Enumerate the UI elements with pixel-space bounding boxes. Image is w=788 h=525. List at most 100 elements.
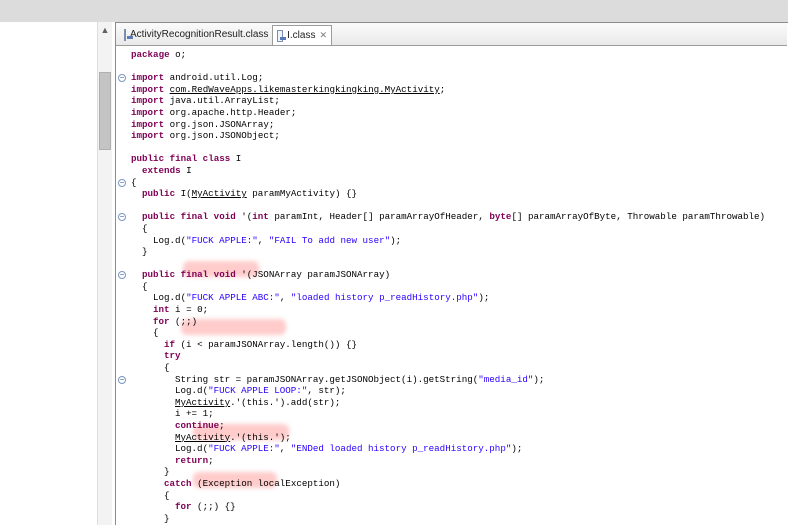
scrollbar-thumb[interactable] xyxy=(99,72,111,150)
code-token: } xyxy=(164,512,170,524)
code-token: String str = paramJSONArray.getJSONObjec… xyxy=(175,373,479,385)
code-line: String str = paramJSONArray.getJSONObjec… xyxy=(131,374,786,386)
class-file-icon xyxy=(124,28,133,41)
code-token: MyActivity xyxy=(175,396,231,408)
code-token: MyActivity xyxy=(175,431,231,443)
vertical-scrollbar[interactable]: ▲ xyxy=(97,22,112,525)
code-token: i = 0; xyxy=(169,304,209,316)
code-line: { xyxy=(131,281,786,293)
string-token: "ENDed loaded history p_readHistory.php" xyxy=(290,443,512,455)
code-line: package o; xyxy=(131,49,786,61)
keyword-token: catch xyxy=(164,477,192,489)
code-token: '(JSONArray paramJSONArray) xyxy=(235,269,391,281)
code-token: ); xyxy=(478,292,490,304)
code-line: public I(MyActivity paramMyActivity) {} xyxy=(131,188,786,200)
code-token: I xyxy=(180,164,192,176)
code-line: import org.json.JSONObject; xyxy=(131,130,786,142)
string-token: "FUCK APPLE:" xyxy=(186,234,258,246)
fold-toggle-icon[interactable]: − xyxy=(118,74,126,83)
code-line: public final void '(JSONArray paramJSONA… xyxy=(131,269,786,281)
code-token: I( xyxy=(175,188,192,200)
code-token: (i < paramJSONArray.length()) {} xyxy=(175,338,357,350)
keyword-token: public xyxy=(142,188,176,200)
keyword-token: import xyxy=(131,72,165,84)
code-line: i += 1; xyxy=(131,408,786,420)
code-line: public final class I xyxy=(131,153,786,165)
code-token: , xyxy=(279,443,291,455)
keyword-token: continue xyxy=(175,420,220,431)
code-token: org.json.JSONArray; xyxy=(164,118,275,130)
code-area[interactable]: package o; import android.util.Log; import… xyxy=(131,49,786,524)
fold-toggle-icon[interactable]: − xyxy=(118,271,126,280)
code-token: ); xyxy=(511,443,523,455)
string-token: "FUCK APPLE ABC:" xyxy=(186,292,280,304)
code-line: { xyxy=(131,362,786,374)
code-line: catch (Exception localException) xyxy=(131,478,786,490)
keyword-token: public final void xyxy=(142,211,236,223)
code-token: .'(this.'); xyxy=(230,431,291,443)
code-token: Log.d( xyxy=(175,443,209,455)
code-editor: ActivityRecognitionResult.class ✕ I.clas… xyxy=(115,22,788,525)
code-token: , str); xyxy=(307,385,346,397)
fold-toggle-icon[interactable]: − xyxy=(118,178,126,187)
code-token: paramMyActivity) {} xyxy=(246,188,358,200)
tab-i-class[interactable]: I.class ✕ xyxy=(272,25,332,45)
fold-toggle-icon[interactable]: − xyxy=(118,213,126,222)
code-token: , xyxy=(257,234,269,246)
code-token: { xyxy=(164,362,170,374)
code-line: } xyxy=(131,513,786,525)
code-line: int i = 0; xyxy=(131,304,786,316)
code-token: '( xyxy=(235,211,253,223)
code-line: if (i < paramJSONArray.length()) {} xyxy=(131,339,786,351)
keyword-token: import xyxy=(131,95,165,107)
code-token: ); xyxy=(533,373,545,385)
code-line: extends I xyxy=(131,165,786,177)
code-token: { xyxy=(142,280,148,292)
code-token: MyActivity xyxy=(191,188,247,200)
code-token: ; xyxy=(208,454,214,466)
code-line: for (;;) {} xyxy=(131,501,786,513)
string-token: "loaded history p_readHistory.php" xyxy=(290,292,479,304)
code-token: org.apache.http.Header; xyxy=(164,106,297,118)
package-explorer-pane: ▲ xyxy=(0,22,112,525)
code-token: (;;) xyxy=(169,315,198,327)
code-token: } xyxy=(164,466,170,478)
code-token: Log.d( xyxy=(175,385,209,397)
code-token: ); xyxy=(390,234,402,246)
tab-activity-recognition-result[interactable]: ActivityRecognitionResult.class ✕ xyxy=(120,25,280,44)
code-token: o; xyxy=(169,49,187,60)
code-line: import org.json.JSONArray; xyxy=(131,119,786,131)
editor-tab-bar: ActivityRecognitionResult.class ✕ I.clas… xyxy=(116,23,787,46)
code-line: MyActivity.'(this.').add(str); xyxy=(131,397,786,409)
keyword-token: for xyxy=(175,501,192,513)
code-line: import android.util.Log; xyxy=(131,72,786,84)
folding-ruler: − − − − − xyxy=(116,45,126,525)
keyword-token: package xyxy=(131,49,170,60)
code-line: return; xyxy=(131,455,786,467)
close-icon[interactable]: ✕ xyxy=(319,30,327,41)
fold-toggle-icon[interactable]: − xyxy=(118,375,126,384)
code-token: ; xyxy=(219,420,225,431)
code-line: Log.d("FUCK APPLE ABC:", "loaded history… xyxy=(131,292,786,304)
code-line: import com.RedWaveApps.likemasterkingkin… xyxy=(131,84,786,96)
code-token: android.util.Log; xyxy=(164,72,264,84)
code-token: { xyxy=(131,176,137,188)
string-token: "FAIL To add new user" xyxy=(268,234,391,246)
keyword-token: import xyxy=(131,106,165,118)
scroll-up-icon[interactable]: ▲ xyxy=(100,25,110,35)
code-token: org.json.JSONObject; xyxy=(164,130,280,142)
code-token: Log.d( xyxy=(153,234,187,246)
code-line: for (;;) xyxy=(131,316,786,328)
code-line: { xyxy=(131,490,786,502)
keyword-token: extends xyxy=(142,164,181,176)
keyword-token: import xyxy=(131,130,165,142)
string-token: "FUCK APPLE LOOP:" xyxy=(208,385,308,397)
title-bar xyxy=(0,0,788,22)
keyword-token: try xyxy=(164,350,181,362)
keyword-token: import xyxy=(131,83,165,95)
keyword-token: int xyxy=(252,211,269,223)
class-file-icon xyxy=(277,29,287,42)
